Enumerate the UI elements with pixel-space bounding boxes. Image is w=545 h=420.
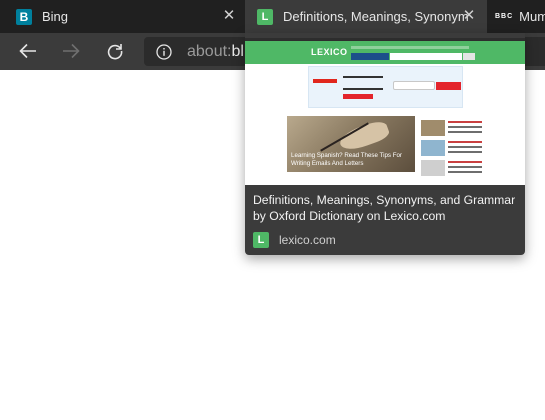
lexico-favicon-icon: L bbox=[257, 8, 273, 25]
thumb-header: LEXICO bbox=[245, 41, 525, 64]
thumb-side-line bbox=[448, 146, 482, 148]
thumb-ad-button bbox=[436, 82, 461, 90]
forward-button[interactable] bbox=[58, 39, 84, 63]
thumb-search-select bbox=[351, 53, 389, 60]
thumb-ad-cta bbox=[343, 94, 373, 99]
arrow-left-icon bbox=[19, 43, 36, 59]
info-icon[interactable] bbox=[156, 43, 172, 60]
bbc-favicon-icon: BBC bbox=[495, 13, 514, 20]
thumb-side-article bbox=[421, 140, 483, 156]
tab-strip: B Bing ✕ L Definitions, Meanings, Synony… bbox=[0, 0, 545, 33]
close-icon[interactable]: ✕ bbox=[222, 8, 236, 23]
thumb-hero-image: Learning Spanish? Read These Tips For Wr… bbox=[287, 116, 415, 172]
thumb-side-line bbox=[448, 151, 482, 153]
thumb-ad-text bbox=[343, 76, 383, 90]
thumb-side-line bbox=[448, 121, 482, 123]
thumb-side-image bbox=[421, 160, 445, 176]
thumb-side-line bbox=[448, 126, 482, 128]
thumb-side-line bbox=[448, 166, 482, 168]
preview-site: L lexico.com bbox=[253, 232, 336, 248]
thumb-search-box bbox=[390, 53, 462, 60]
bing-favicon-icon: B bbox=[16, 8, 32, 25]
url-text: about:bl bbox=[187, 42, 244, 60]
tab-label: Bing bbox=[42, 9, 69, 24]
tab-preview-card[interactable]: LEXICO Learning Spanish? Read These Tips… bbox=[245, 33, 525, 255]
thumb-side-image bbox=[421, 120, 445, 136]
arrow-right-icon bbox=[63, 43, 80, 59]
tab-lexico[interactable]: L Definitions, Meanings, Synonyms ✕ bbox=[245, 0, 487, 33]
refresh-button[interactable] bbox=[102, 39, 128, 63]
tab-label: Mum bbox=[519, 9, 545, 24]
close-icon[interactable]: ✕ bbox=[462, 8, 476, 23]
thumb-side-line bbox=[448, 171, 482, 173]
tab-label: Definitions, Meanings, Synonyms bbox=[283, 9, 468, 24]
tab-bing[interactable]: B Bing ✕ bbox=[0, 0, 245, 33]
thumb-side-image bbox=[421, 140, 445, 156]
thumb-tagline bbox=[351, 46, 469, 49]
lexico-favicon-icon: L bbox=[253, 232, 269, 248]
page-thumbnail: LEXICO Learning Spanish? Read These Tips… bbox=[245, 38, 525, 185]
back-button[interactable] bbox=[15, 39, 41, 63]
thumb-hero-caption: Learning Spanish? Read These Tips For Wr… bbox=[291, 152, 402, 167]
thumb-ad-banner bbox=[308, 66, 463, 108]
thumb-side-article bbox=[421, 120, 483, 136]
refresh-icon bbox=[107, 44, 123, 60]
tab-bbc[interactable]: BBC Mum bbox=[487, 0, 545, 33]
thumb-side-line bbox=[448, 131, 482, 133]
thumb-logo: LEXICO bbox=[311, 47, 348, 57]
preview-title: Definitions, Meanings, Synonyms, and Gra… bbox=[253, 193, 516, 223]
thumb-search-button bbox=[463, 53, 475, 60]
thumb-side-article bbox=[421, 160, 483, 176]
preview-domain: lexico.com bbox=[279, 233, 336, 247]
thumb-side-line bbox=[448, 141, 482, 143]
thumb-ad-logo bbox=[313, 79, 337, 91]
thumb-ad-product bbox=[393, 81, 435, 90]
thumb-side-line bbox=[448, 161, 482, 163]
